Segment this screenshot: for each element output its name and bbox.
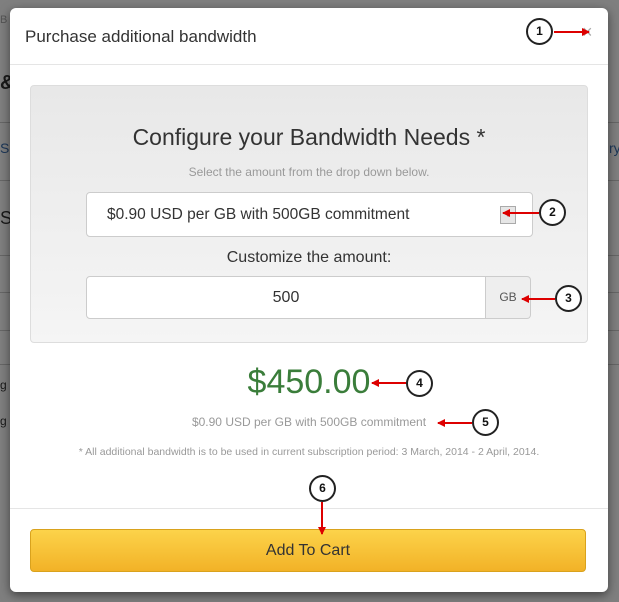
config-title: Configure your Bandwidth Needs * [132,124,486,150]
callout-marker: 5 [472,409,499,436]
callout-marker: 1 [526,18,553,45]
add-to-cart-button[interactable]: Add To Cart [30,529,586,572]
callout-marker: 3 [555,285,582,312]
modal-header: Purchase additional bandwidth × [10,8,608,65]
plan-select-value: $0.90 USD per GB with 500GB commitment [107,206,410,223]
chevron-down-icon[interactable]: ▾ [500,206,516,224]
purchase-bandwidth-modal: Purchase additional bandwidth × Configur… [10,8,608,592]
amount-unit-addon: GB [486,276,531,319]
config-subtitle: Select the amount from the drop down bel… [188,165,430,179]
callout-marker: 6 [309,475,336,502]
plan-select[interactable]: $0.90 USD per GB with 500GB commitment ▾ [86,192,533,237]
price-description: $0.90 USD per GB with 500GB commitment [191,415,427,429]
total-price: $450.00 [247,363,371,401]
subscription-period-note: * All additional bandwidth is to be used… [78,446,540,458]
bandwidth-config-panel: Configure your Bandwidth Needs * Select … [30,85,588,343]
callout-marker: 4 [406,370,433,397]
modal-footer: Add To Cart [10,508,608,593]
amount-input[interactable]: 500 [86,276,486,319]
close-icon[interactable]: × [582,22,593,43]
modal-title: Purchase additional bandwidth [25,27,257,46]
customize-amount-label: Customize the amount: [226,249,392,266]
amount-input-group: 500 GB [86,276,531,319]
callout-marker: 2 [539,199,566,226]
